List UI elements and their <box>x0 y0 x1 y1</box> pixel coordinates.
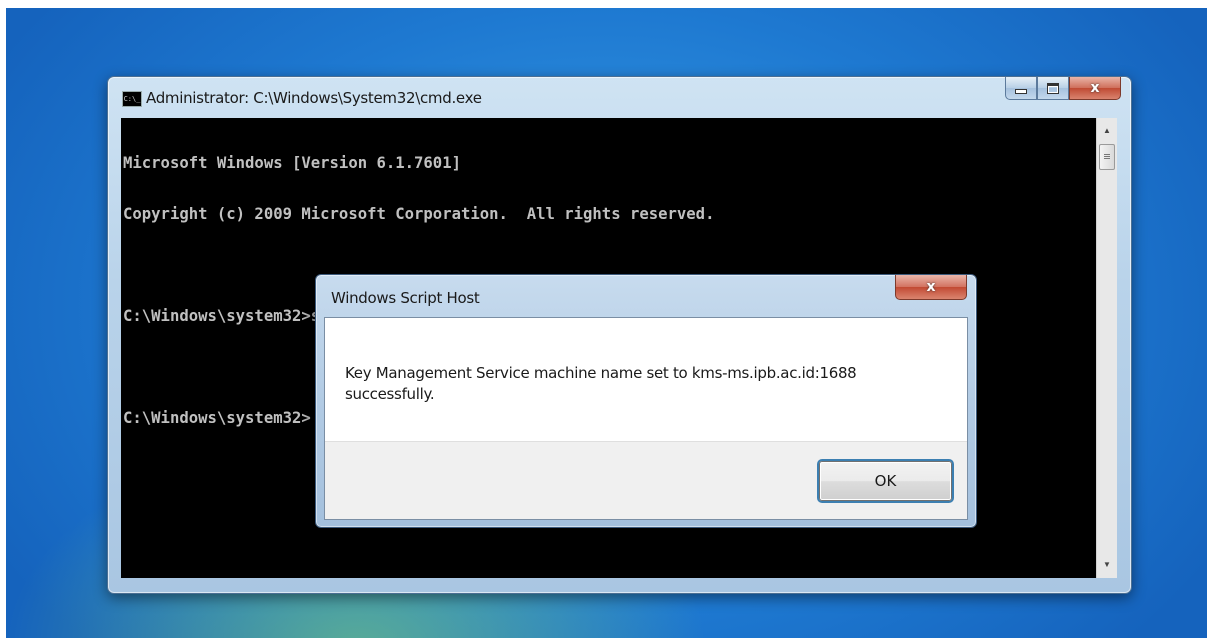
dialog-close-button[interactable]: x <box>895 275 967 300</box>
caption-buttons: x <box>1005 77 1121 101</box>
thumb-grip <box>1104 158 1110 159</box>
close-icon: x <box>1090 80 1100 96</box>
cmd-window-title: Administrator: C:\Windows\System32\cmd.e… <box>146 89 482 107</box>
scrollbar-thumb[interactable] <box>1099 144 1115 170</box>
vertical-scrollbar[interactable]: ▲ ▼ <box>1096 118 1117 578</box>
dialog-body: Key Management Service machine name set … <box>324 317 968 520</box>
scroll-down-arrow-icon[interactable]: ▼ <box>1097 556 1117 574</box>
thumb-grip <box>1104 156 1110 157</box>
scroll-up-arrow-icon[interactable]: ▲ <box>1097 122 1117 140</box>
ok-button[interactable]: OK <box>819 461 952 501</box>
console-line: Copyright (c) 2009 Microsoft Corporation… <box>123 205 715 223</box>
cmd-titlebar[interactable]: C:\_ Administrator: C:\Windows\System32\… <box>108 77 1131 117</box>
minimize-button[interactable] <box>1005 77 1037 100</box>
dialog-title: Windows Script Host <box>331 289 480 307</box>
message-dialog: Windows Script Host x Key Management Ser… <box>315 274 977 528</box>
console-line: Microsoft Windows [Version 6.1.7601] <box>123 154 461 172</box>
thumb-grip <box>1104 154 1110 155</box>
dialog-message: Key Management Service machine name set … <box>345 363 945 405</box>
dialog-message-line: Key Management Service machine name set … <box>345 364 857 382</box>
close-icon: x <box>926 279 936 295</box>
maximize-button[interactable] <box>1037 77 1069 100</box>
cmd-app-icon[interactable]: C:\_ <box>122 91 142 107</box>
minimize-icon <box>1015 88 1027 94</box>
dialog-button-bar: OK <box>325 441 967 519</box>
maximize-icon <box>1047 82 1059 94</box>
dialog-message-line: successfully. <box>345 385 435 403</box>
close-button[interactable]: x <box>1069 77 1121 100</box>
